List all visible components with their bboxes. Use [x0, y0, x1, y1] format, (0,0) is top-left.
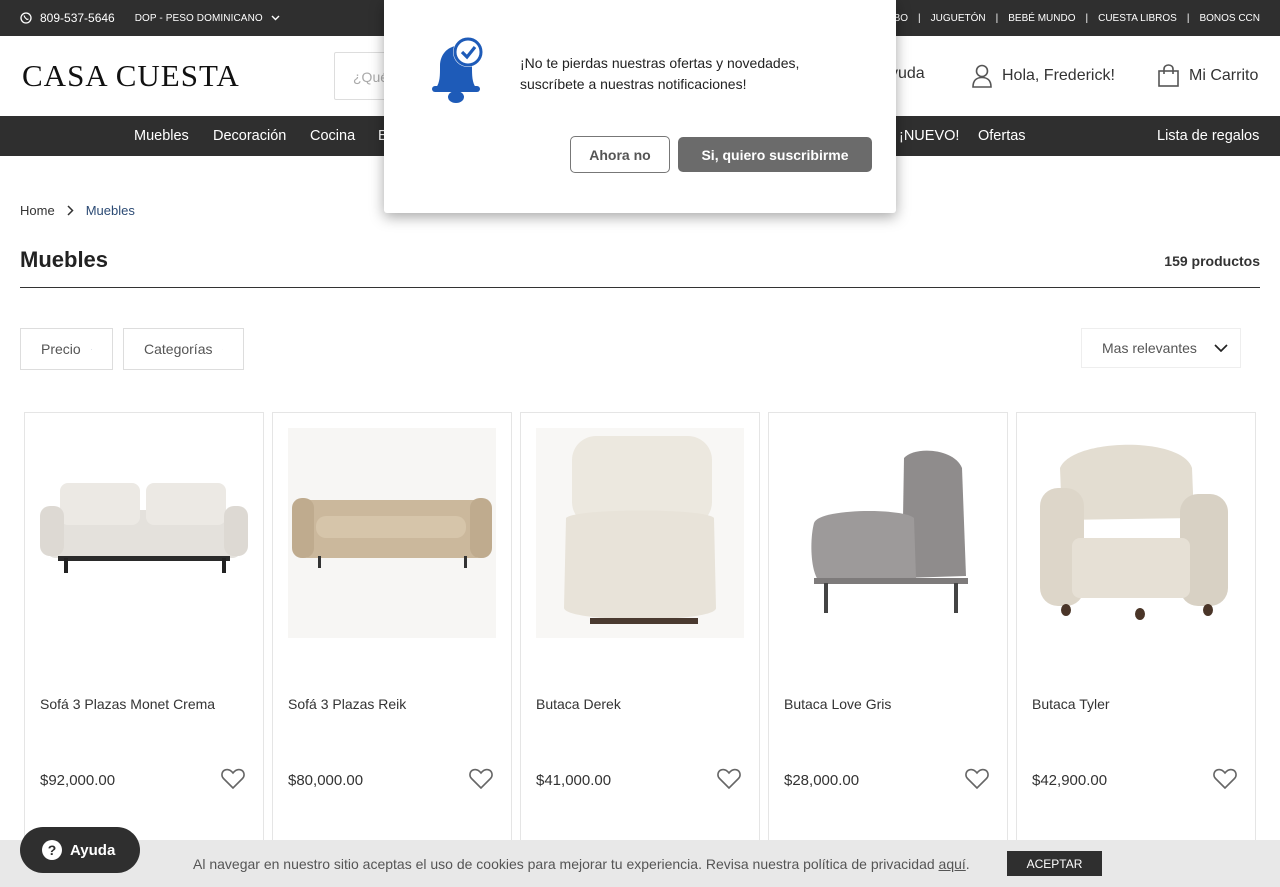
search-placeholder: ¿Qué — [353, 69, 389, 85]
heart-icon[interactable] — [965, 768, 989, 789]
price-filter-label: Precio — [41, 341, 81, 357]
breadcrumb-home[interactable]: Home — [20, 203, 55, 218]
shopping-bag-icon — [1158, 64, 1179, 87]
heart-icon[interactable] — [221, 768, 245, 789]
nav-item-gift-registry[interactable]: Lista de regalos — [1157, 128, 1259, 144]
page-title: Muebles — [20, 247, 109, 272]
product-image[interactable] — [1032, 428, 1240, 638]
account-link[interactable]: Hola, Frederick! — [972, 64, 1115, 88]
notification-popup: ¡No te pierdas nuestras ofertas y noveda… — [384, 0, 896, 213]
nav-item-ofertas[interactable]: Ofertas — [978, 128, 1026, 144]
user-icon — [972, 64, 992, 88]
question-icon: ? — [42, 840, 62, 860]
sort-label: Mas relevantes — [1102, 340, 1197, 356]
help-chat-label: Ayuda — [70, 841, 116, 859]
chevron-down-icon — [90, 348, 92, 350]
heart-icon[interactable] — [717, 768, 741, 789]
nav-item-nuevo[interactable]: ¡NUEVO! — [899, 128, 959, 144]
product-name[interactable]: Butaca Tyler — [1032, 696, 1110, 712]
cookie-banner: Al navegar en nuestro sitio aceptas el u… — [0, 840, 1280, 887]
help-chat-button[interactable]: ? Ayuda — [20, 827, 140, 873]
cookie-message: Al navegar en nuestro sitio aceptas el u… — [193, 856, 935, 872]
sort-select[interactable]: Mas relevantes — [1081, 328, 1241, 368]
topbar-link-cuesta-libros[interactable]: CUESTA LIBROS — [1098, 13, 1177, 24]
product-name[interactable]: Butaca Love Gris — [784, 696, 891, 712]
product-image[interactable] — [536, 428, 744, 638]
product-price: $92,000.00 — [40, 772, 116, 789]
nav-item-muebles[interactable]: Muebles — [134, 128, 189, 144]
product-card[interactable]: Butaca Love Gris $28,000.00 — [768, 412, 1008, 887]
decline-button[interactable]: Ahora no — [570, 136, 670, 173]
popup-message: ¡No te pierdas nuestras ofertas y noveda… — [520, 55, 800, 92]
currency-label: DOP - PESO DOMINICANO — [134, 12, 263, 24]
product-name[interactable]: Sofá 3 Plazas Reik — [288, 696, 406, 712]
product-card[interactable]: Butaca Tyler $42,900.00 — [1016, 412, 1256, 887]
separator: | — [995, 12, 999, 24]
category-filter-label: Categorías — [144, 341, 213, 357]
cart-link[interactable]: Mi Carrito — [1158, 64, 1258, 87]
topbar-link-bonos-ccn[interactable]: BONOS CCN — [1199, 13, 1260, 24]
product-price: $41,000.00 — [536, 772, 612, 789]
separator: | — [918, 12, 921, 24]
product-card[interactable]: Sofá 3 Plazas Monet Crema $92,000.00 — [24, 412, 264, 887]
breadcrumb: Home Muebles — [20, 203, 135, 218]
product-price: $80,000.00 — [288, 772, 364, 789]
separator: | — [1085, 12, 1089, 24]
cookie-text: Al navegar en nuestro sitio aceptas el u… — [193, 856, 970, 872]
heart-icon[interactable] — [469, 768, 493, 789]
breadcrumb-current[interactable]: Muebles — [86, 203, 135, 218]
cookie-period: . — [965, 856, 970, 872]
product-image[interactable] — [40, 428, 248, 638]
category-filter-button[interactable]: Categorías — [123, 328, 244, 370]
product-image[interactable] — [784, 428, 992, 638]
product-name[interactable]: Sofá 3 Plazas Monet Crema — [40, 696, 215, 712]
currency-selector[interactable]: DOP - PESO DOMINICANO — [135, 13, 280, 24]
topbar-link-bebe-mundo[interactable]: BEBÉ MUNDO — [1008, 13, 1075, 24]
product-card[interactable]: Butaca Derek $41,000.00 — [520, 412, 760, 887]
product-price: $42,900.00 — [1032, 772, 1108, 789]
separator: | — [1186, 12, 1190, 24]
chevron-down-icon — [271, 15, 280, 21]
product-card[interactable]: Sofá 3 Plazas Reik $80,000.00 — [272, 412, 512, 887]
product-count: 159 productos — [1164, 253, 1260, 269]
divider — [20, 287, 1260, 288]
product-price: $28,000.00 — [784, 772, 860, 789]
product-name[interactable]: Butaca Derek — [536, 696, 621, 712]
whatsapp-icon — [20, 12, 32, 24]
nav-item-cocina[interactable]: Cocina — [310, 128, 355, 144]
heart-icon[interactable] — [1213, 768, 1237, 789]
chevron-right-icon — [67, 205, 74, 216]
phone-link[interactable]: 809-537-5646 — [20, 11, 115, 25]
user-greeting: Hola, Frederick! — [1002, 67, 1115, 84]
site-logo[interactable]: CASA CUESTA — [22, 58, 240, 94]
chevron-down-icon — [222, 348, 223, 350]
nav-item-decoracion[interactable]: Decoración — [213, 128, 286, 144]
privacy-link[interactable]: aquí — [939, 856, 966, 872]
bell-icon — [432, 37, 483, 103]
accept-cookies-button[interactable]: ACEPTAR — [1007, 851, 1102, 876]
price-filter-button[interactable]: Precio — [20, 328, 113, 370]
topbar-link-jugueton[interactable]: JUGUETÓN — [931, 13, 986, 24]
chevron-down-icon — [1214, 344, 1228, 352]
subscribe-button[interactable]: Si, quiero suscribirme — [678, 137, 872, 172]
cart-label: Mi Carrito — [1189, 66, 1259, 84]
product-image[interactable] — [288, 428, 496, 638]
phone-number: 809-537-5646 — [40, 11, 115, 25]
